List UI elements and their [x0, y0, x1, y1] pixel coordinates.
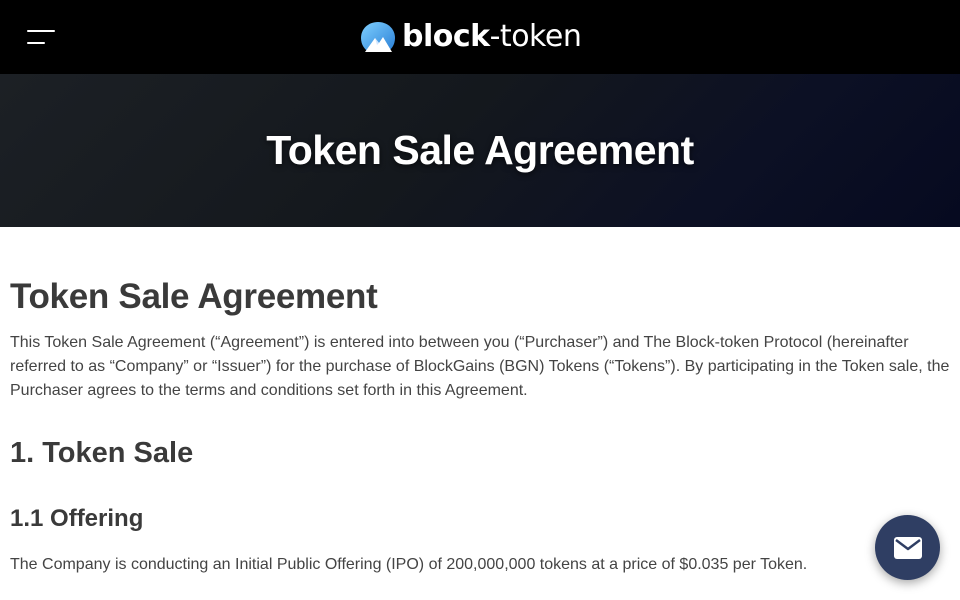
top-navigation-bar: block-token: [0, 0, 960, 74]
hero-banner: Token Sale Agreement: [0, 74, 960, 227]
subsection-heading-offering: 1.1 Offering: [10, 505, 144, 532]
hamburger-menu-icon[interactable]: [27, 28, 57, 48]
logo-wordmark: block-token: [402, 18, 582, 56]
section-heading-token-sale: 1. Token Sale: [10, 437, 194, 469]
article-heading: Token Sale Agreement: [10, 277, 378, 316]
hero-title: Token Sale Agreement: [266, 127, 694, 173]
mountain-logo-icon: [361, 22, 395, 52]
envelope-icon: [893, 536, 922, 559]
intro-paragraph: This Token Sale Agreement (“Agreement”) …: [10, 334, 950, 399]
logo-wordmark-light: -token: [489, 19, 582, 54]
site-logo[interactable]: block-token: [360, 18, 582, 56]
offering-paragraph: The Company is conducting an Initial Pub…: [10, 556, 808, 573]
contact-chat-button[interactable]: [875, 515, 940, 580]
logo-wordmark-bold: block: [402, 19, 490, 54]
